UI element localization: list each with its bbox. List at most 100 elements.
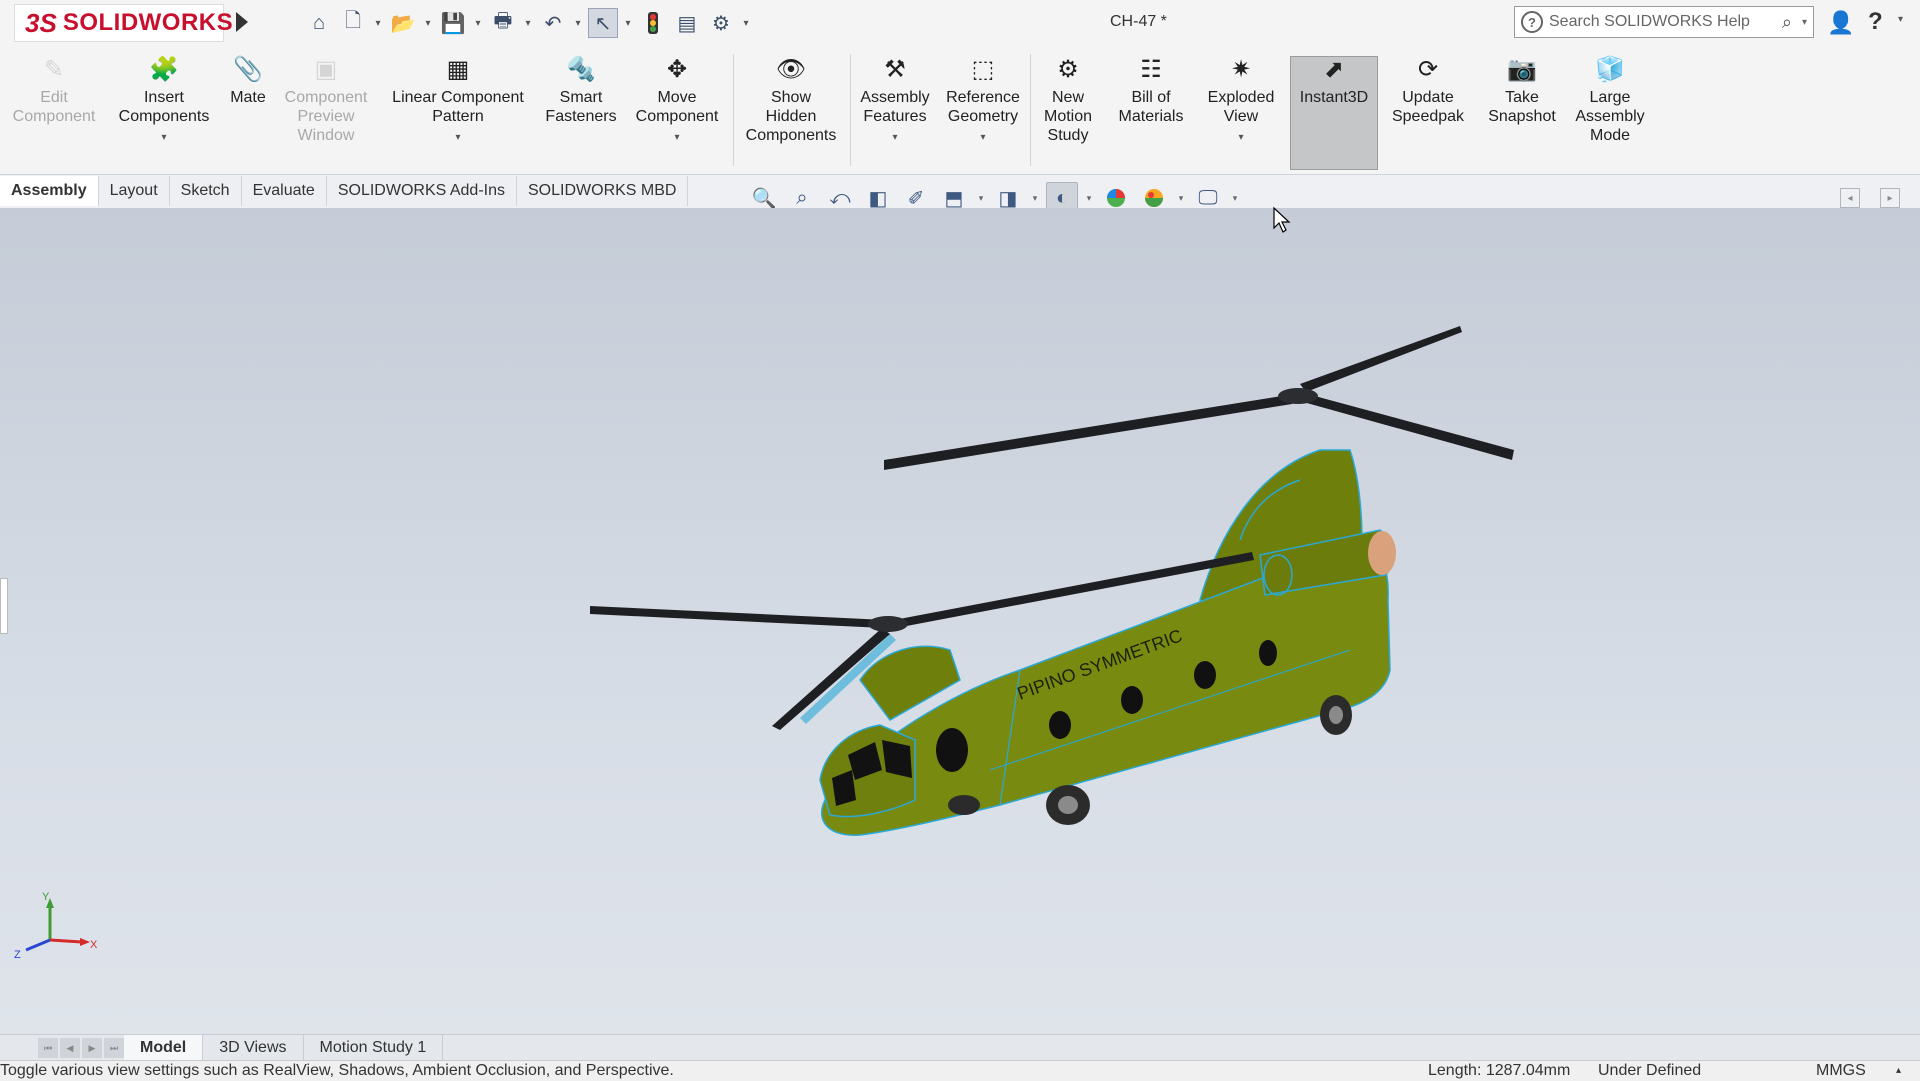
new-motion-study-button[interactable]: ⚙ New Motion Study [1034, 54, 1102, 145]
command-manager-tabs: Assembly Layout Sketch Evaluate SOLIDWOR… [0, 176, 689, 206]
insert-components-button[interactable]: 🧩 Insert Components ▾ [112, 54, 216, 147]
exploded-view-button[interactable]: ✷ Exploded View ▾ [1198, 54, 1284, 147]
tab-sketch[interactable]: Sketch [169, 176, 242, 206]
edit-component-button[interactable]: ✎ Edit Component [8, 54, 100, 126]
tab-assembly[interactable]: Assembly [0, 176, 99, 206]
move-component-button[interactable]: ✥ Move Component ▾ [626, 54, 728, 147]
last-tab-arrow-icon[interactable]: ⏭ [104, 1038, 124, 1058]
view-settings-dropdown-icon[interactable]: ▾ [1230, 193, 1240, 204]
select-dropdown-icon[interactable]: ▾ [622, 8, 634, 38]
assembly-features-button[interactable]: ⚒ Assembly Features ▾ [852, 54, 938, 147]
search-help-input[interactable]: Search SOLIDWORKS Help [1549, 13, 1750, 31]
file-properties-icon[interactable]: ▤ [672, 8, 702, 38]
assembly-features-icon: ⚒ [884, 55, 906, 83]
tab-layout[interactable]: Layout [98, 176, 170, 206]
open-folder-icon[interactable]: 📂 [388, 8, 418, 38]
feature-tree-flyout-handle[interactable] [0, 578, 8, 634]
mate-paperclip-icon: 📎 [233, 55, 263, 83]
preview-window-icon: ▣ [314, 55, 338, 83]
tab-addins[interactable]: SOLIDWORKS Add-Ins [326, 176, 517, 206]
move-component-dropdown-icon[interactable]: ▾ [674, 128, 679, 147]
insert-components-icon: 🧩 [149, 55, 179, 83]
search-icon[interactable]: ⌕ [1782, 12, 1796, 33]
assembly-features-dropdown-icon[interactable]: ▾ [892, 128, 897, 147]
user-account-icon[interactable]: 👤 [1827, 10, 1854, 36]
tab-model[interactable]: Model [124, 1035, 204, 1061]
show-hidden-icon: 👁 [775, 55, 807, 83]
update-speedpak-button[interactable]: ⟳ Update Speedpak [1384, 54, 1472, 126]
cockpit[interactable] [819, 724, 916, 818]
panel-collapse-left-icon[interactable]: ◂ [1840, 188, 1860, 208]
insert-components-dropdown-icon[interactable]: ▾ [161, 128, 166, 147]
panel-expand-right-icon[interactable]: ▸ [1880, 188, 1900, 208]
solidworks-logo[interactable]: 3S SOLIDWORKS [14, 4, 233, 42]
large-assembly-mode-button[interactable]: 🧊 Large Assembly Mode [1566, 54, 1654, 145]
tab-3d-views[interactable]: 3D Views [203, 1035, 304, 1061]
smart-fasteners-button[interactable]: 🔩 Smart Fasteners [538, 54, 624, 126]
help-icon[interactable]: ? [1868, 8, 1883, 36]
print-icon[interactable]: 🖶 [488, 8, 518, 38]
component-preview-window-button[interactable]: ▣ Component Preview Window [278, 54, 374, 145]
select-pointer-icon[interactable]: ↖ [588, 8, 618, 38]
search-dropdown-icon[interactable]: ▾ [1802, 17, 1813, 28]
linear-component-pattern-button[interactable]: ▦ Linear Component Pattern ▾ [380, 54, 536, 147]
search-help-box[interactable]: ? Search SOLIDWORKS Help ⌕ ▾ [1514, 6, 1814, 38]
new-document-icon[interactable]: 🗋 [338, 8, 368, 38]
quick-access-toolbar: ⌂ 🗋 ▾ 📂 ▾ 💾 ▾ 🖶 ▾ ↶ ▾ ↖ ▾ ▤ ⚙ ▾ [304, 8, 752, 38]
show-hidden-components-button[interactable]: 👁 Show Hidden Components [736, 54, 846, 145]
triad-x-label: X [90, 939, 98, 951]
motion-study-icon: ⚙ [1057, 55, 1079, 83]
bottom-tab-bar: ⏮ ◀ ▶ ⏭ Model 3D Views Motion Study 1 [0, 1034, 1920, 1061]
help-dropdown-icon[interactable]: ▾ [1898, 14, 1903, 25]
next-tab-arrow-icon[interactable]: ▶ [82, 1038, 102, 1058]
status-message: Toggle various view settings such as Rea… [0, 1062, 674, 1079]
reference-triad: Y X Z [14, 891, 98, 961]
display-style-dropdown-icon[interactable]: ▾ [1030, 193, 1040, 204]
tab-evaluate[interactable]: Evaluate [241, 176, 327, 206]
ribbon-separator [850, 54, 851, 166]
exploded-view-icon: ✷ [1230, 55, 1252, 83]
exploded-view-dropdown-icon[interactable]: ▾ [1238, 128, 1243, 147]
save-dropdown-icon[interactable]: ▾ [472, 8, 484, 38]
take-snapshot-button[interactable]: 📷 Take Snapshot [1478, 54, 1566, 126]
status-definition: Under Defined [1598, 1062, 1702, 1079]
options-gear-icon[interactable]: ⚙ [706, 8, 736, 38]
expand-menu-arrow-icon[interactable] [236, 12, 248, 32]
bill-of-materials-button[interactable]: ☷ Bill of Materials [1110, 54, 1192, 126]
home-icon[interactable]: ⌂ [304, 8, 334, 38]
hide-show-dropdown-icon[interactable]: ▾ [1084, 193, 1094, 204]
print-dropdown-icon[interactable]: ▾ [522, 8, 534, 38]
reference-geometry-button[interactable]: ⬚ Reference Geometry ▾ [940, 54, 1026, 147]
unit-system-dropdown-icon[interactable]: ▴ [1896, 1061, 1901, 1081]
smart-fasteners-icon: 🔩 [566, 55, 596, 83]
undo-icon[interactable]: ↶ [538, 8, 568, 38]
first-tab-arrow-icon[interactable]: ⏮ [38, 1038, 58, 1058]
ribbon-separator [733, 54, 734, 166]
mouse-cursor-icon [1273, 206, 1291, 233]
mate-button[interactable]: 📎 Mate [220, 54, 276, 107]
linear-pattern-dropdown-icon[interactable]: ▾ [455, 128, 460, 147]
save-icon[interactable]: 💾 [438, 8, 468, 38]
title-bar: 3S SOLIDWORKS ⌂ 🗋 ▾ 📂 ▾ 💾 ▾ 🖶 ▾ ↶ ▾ ↖ ▾ … [0, 0, 1920, 47]
instant3d-button[interactable]: ⬈ Instant3D [1290, 54, 1378, 107]
prev-tab-arrow-icon[interactable]: ◀ [60, 1038, 80, 1058]
helicopter-model[interactable]: PIPINO SYMMETRIC [560, 300, 1540, 860]
view-orientation-dropdown-icon[interactable]: ▾ [976, 193, 986, 204]
solidworks-brand: SOLIDWORKS [62, 9, 234, 36]
tab-scroll-arrows: ⏮ ◀ ▶ ⏭ [38, 1038, 124, 1058]
tab-motion-study-1[interactable]: Motion Study 1 [304, 1035, 444, 1061]
new-dropdown-icon[interactable]: ▾ [372, 8, 384, 38]
apply-scene-dropdown-icon[interactable]: ▾ [1176, 193, 1186, 204]
options-dropdown-icon[interactable]: ▾ [740, 8, 752, 38]
document-title: CH-47 * [1110, 13, 1167, 30]
command-manager-ribbon: ✎ Edit Component 🧩 Insert Components ▾ 📎… [0, 46, 1920, 175]
rebuild-traffic-light-icon[interactable] [638, 8, 668, 38]
edit-component-icon: ✎ [43, 55, 65, 83]
open-dropdown-icon[interactable]: ▾ [422, 8, 434, 38]
bill-of-materials-icon: ☷ [1140, 55, 1162, 83]
aft-rotor[interactable] [884, 326, 1514, 470]
unit-system-selector[interactable]: MMGS [1816, 1061, 1866, 1081]
tab-mbd[interactable]: SOLIDWORKS MBD [517, 176, 689, 206]
reference-geometry-dropdown-icon[interactable]: ▾ [980, 128, 985, 147]
undo-dropdown-icon[interactable]: ▾ [572, 8, 584, 38]
